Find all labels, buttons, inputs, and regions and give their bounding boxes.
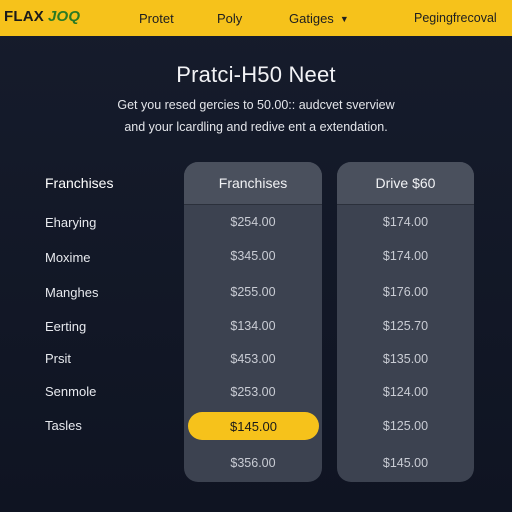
price-cell: $356.00: [230, 456, 276, 470]
page-subtitle-line-2: and your lcardling and redive ent a exte…: [124, 120, 388, 134]
price-cell: $255.00: [230, 285, 276, 299]
price-cell: $453.00: [230, 352, 276, 366]
chevron-down-icon: ▼: [339, 14, 349, 24]
price-cell: $125.00: [382, 419, 429, 433]
price-cell: $176.00: [382, 285, 429, 299]
logo-text-primary: FLAX: [4, 8, 44, 25]
top-nav-bar: FLAX JOQ Protet Poly Gatiges ▼ Pegingfreco…: [0, 0, 512, 36]
row-label: Prsit: [45, 351, 71, 366]
row-label: Moxime: [45, 250, 91, 265]
nav-link-policy[interactable]: Poly: [217, 11, 242, 26]
nav-link-account[interactable]: Pegingfrecoval: [414, 11, 497, 25]
highlighted-price-button[interactable]: $145.00: [188, 412, 319, 440]
row-header-label: Franchises: [45, 175, 114, 191]
price-cell: $254.00: [230, 215, 276, 229]
row-label: Manghes: [45, 285, 99, 300]
price-cell: $145.00: [382, 456, 429, 470]
price-cell: $174.00: [382, 249, 429, 263]
row-label: Eharying: [45, 215, 97, 230]
row-label: Tasles: [45, 418, 82, 433]
nav-link-product[interactable]: Protet: [139, 11, 174, 26]
logo-text-secondary: JOQ: [47, 8, 81, 25]
page-subtitle-line-1: Get you resed gercies to 50.00:: audcvet…: [117, 98, 395, 112]
column-divider: [337, 204, 474, 205]
column-divider: [184, 204, 322, 205]
price-cell: $174.00: [382, 215, 429, 229]
logo[interactable]: FLAX JOQ: [4, 8, 80, 25]
row-label: Senmole: [45, 384, 97, 399]
nav-categories-label: Gatiges: [289, 11, 334, 26]
column-header-drive: Drive $60: [337, 162, 474, 204]
price-cell: $135.00: [382, 352, 429, 366]
price-cell: $124.00: [382, 385, 429, 399]
price-cell: $253.00: [230, 385, 276, 399]
price-cell: $345.00: [230, 249, 276, 263]
page-title: Pratci-H50 Neet: [176, 62, 336, 87]
nav-dropdown-categories[interactable]: Gatiges ▼: [289, 11, 349, 26]
pricing-page: FLAX JOQ Protet Poly Gatiges ▼ Pegingfreco…: [0, 0, 512, 512]
price-cell: $134.00: [230, 319, 276, 333]
row-label: Eerting: [45, 319, 87, 334]
price-cell: $125.70: [382, 319, 429, 333]
highlighted-price-label: $145.00: [230, 418, 277, 434]
column-header-franchises: Franchises: [184, 162, 322, 204]
